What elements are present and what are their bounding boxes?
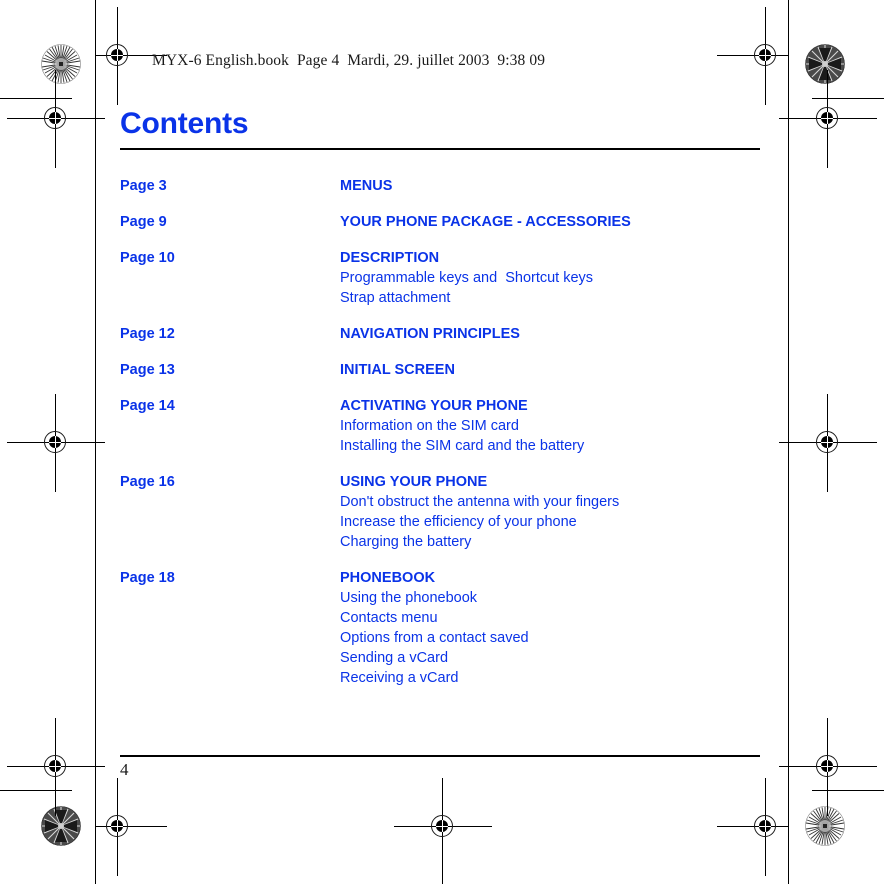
registration-crosshair-icon-left-middle (7, 394, 105, 492)
table-of-contents: Page 3 MENUS Page 9 YOUR PHONE PACKAGE - AC… (120, 176, 760, 688)
toc-entry-body: INITIAL SCREEN (340, 360, 760, 380)
toc-entry[interactable]: Page 18 PHONEBOOK Using the phonebook Conta… (120, 568, 760, 688)
toc-subsection[interactable]: Don't obstruct the antenna with your fin… (340, 492, 760, 512)
footer-page-number: 4 (120, 760, 129, 779)
star-target-light-icon-bottom-right (805, 806, 845, 846)
toc-chapter-title[interactable]: PHONEBOOK (340, 568, 760, 588)
toc-chapter-title[interactable]: DESCRIPTION (340, 248, 760, 268)
toc-page-label: Page 14 (120, 397, 175, 414)
toc-page-label: Page 9 (120, 213, 167, 230)
toc-page-label: Page 10 (120, 249, 175, 266)
toc-entry-body: PHONEBOOK Using the phonebook Contacts men… (340, 568, 760, 688)
toc-subsection[interactable]: Information on the SIM card (340, 416, 760, 436)
toc-subsection[interactable]: Programmable keys and Shortcut keys (340, 268, 760, 288)
toc-subsection[interactable]: Strap attachment (340, 288, 760, 308)
registration-crosshair-icon-top-right-inner (717, 7, 789, 105)
toc-subsection[interactable]: Charging the battery (340, 532, 760, 552)
toc-chapter-title[interactable]: ACTIVATING YOUR PHONE (340, 396, 760, 416)
toc-subsection[interactable]: Contacts menu (340, 608, 760, 628)
toc-subsection[interactable]: Sending a vCard (340, 648, 760, 668)
trim-line-bottom-right-horizontal (812, 790, 884, 791)
toc-subsection[interactable]: Using the phonebook (340, 588, 760, 608)
registration-crosshair-icon-right-top (779, 70, 877, 168)
star-target-dark-icon-bottom-left (41, 806, 81, 846)
page-title: Contents (120, 107, 249, 140)
registration-crosshair-icon-bottom-center (394, 778, 492, 876)
toc-subsection[interactable]: Installing the SIM card and the battery (340, 436, 760, 456)
toc-subsection[interactable]: Options from a contact saved (340, 628, 760, 648)
page-footer: 4 (120, 755, 760, 780)
trim-line-bottom-left-horizontal (0, 790, 72, 791)
registration-crosshair-icon-right-middle (779, 394, 877, 492)
toc-page-label: Page 3 (120, 177, 167, 194)
registration-crosshair-icon-left-top (7, 70, 105, 168)
registration-crosshair-icon-bottom-right-inner (717, 778, 789, 876)
toc-entry[interactable]: Page 14 ACTIVATING YOUR PHONE Information … (120, 396, 760, 456)
toc-subsection[interactable]: Receiving a vCard (340, 668, 760, 688)
star-target-dark-icon-top-right (805, 44, 845, 84)
star-target-light-icon-top-left (41, 44, 81, 84)
registration-crosshair-icon-left-bottom (7, 718, 105, 816)
toc-page-label: Page 13 (120, 361, 175, 378)
toc-page-label: Page 16 (120, 473, 175, 490)
toc-entry-body: DESCRIPTION Programmable keys and Shortcu… (340, 248, 760, 308)
toc-chapter-title[interactable]: YOUR PHONE PACKAGE - ACCESSORIES (340, 212, 760, 232)
toc-chapter-title[interactable]: NAVIGATION PRINCIPLES (340, 324, 760, 344)
toc-entry[interactable]: Page 3 MENUS (120, 176, 760, 196)
toc-entry[interactable]: Page 12 NAVIGATION PRINCIPLES (120, 324, 760, 344)
toc-entry-body: NAVIGATION PRINCIPLES (340, 324, 760, 344)
toc-entry-body: MENUS (340, 176, 760, 196)
registration-crosshair-icon-bottom-left-inner (95, 778, 167, 876)
content-area: Contents Page 3 MENUS Page 9 YOUR PHONE PAC… (120, 108, 760, 704)
toc-chapter-title[interactable]: MENUS (340, 176, 760, 196)
toc-chapter-title[interactable]: USING YOUR PHONE (340, 472, 760, 492)
toc-entry[interactable]: Page 16 USING YOUR PHONE Don't obstruct th… (120, 472, 760, 552)
toc-chapter-title[interactable]: INITIAL SCREEN (340, 360, 760, 380)
toc-page-label: Page 12 (120, 325, 175, 342)
toc-page-label: Page 18 (120, 569, 175, 586)
toc-entry-body: YOUR PHONE PACKAGE - ACCESSORIES (340, 212, 760, 232)
book-header-meta: MYX-6 English.book Page 4 Mardi, 29. jui… (152, 52, 546, 69)
document-page: MYX-6 English.book Page 4 Mardi, 29. jui… (0, 0, 884, 884)
footer-divider (120, 755, 760, 757)
title-divider (120, 147, 760, 150)
toc-entry-body: USING YOUR PHONE Don't obstruct the anten… (340, 472, 760, 552)
toc-entry[interactable]: Page 10 DESCRIPTION Programmable keys and … (120, 248, 760, 308)
toc-subsection[interactable]: Increase the efficiency of your phone (340, 512, 760, 532)
toc-entry[interactable]: Page 9 YOUR PHONE PACKAGE - ACCESSORIES (120, 212, 760, 232)
toc-entry[interactable]: Page 13 INITIAL SCREEN (120, 360, 760, 380)
registration-crosshair-icon-right-bottom (779, 718, 877, 816)
registration-crosshair-icon-top-left-inner (95, 7, 167, 105)
toc-entry-body: ACTIVATING YOUR PHONE Information on the … (340, 396, 760, 456)
